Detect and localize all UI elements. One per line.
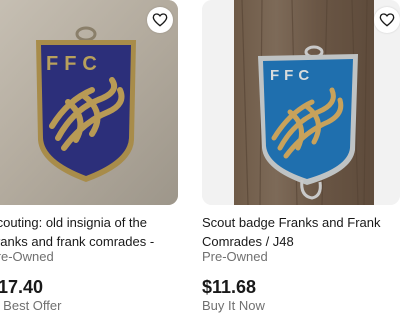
listing-image[interactable]: FFC	[0, 0, 178, 205]
listing-title[interactable]: Scouting: old insignia of the Franks and…	[0, 213, 178, 251]
watch-button[interactable]	[374, 7, 400, 33]
listing-image[interactable]: FFC	[202, 0, 400, 205]
badge-photo: FFC	[0, 0, 178, 205]
heart-icon	[152, 13, 168, 27]
purchase-option: or Best Offer	[0, 298, 62, 313]
badge-photo: FFC	[202, 0, 400, 205]
purchase-option: Buy It Now	[202, 298, 265, 313]
badge-letters: FFC	[46, 53, 103, 75]
listing-condition: Pre-Owned	[0, 249, 54, 264]
listing-price: $17.40	[0, 277, 44, 297]
listing-card[interactable]: FFC Scout badge Franks and Frank Comrade…	[202, 0, 400, 313]
listing-grid: FFC Scouting: old insignia of the Franks…	[0, 0, 400, 313]
listing-price: $11.68	[202, 277, 257, 297]
listing-card[interactable]: FFC Scouting: old insignia of the Franks…	[0, 0, 178, 313]
badge-letters: FFC	[270, 67, 314, 84]
listing-title[interactable]: Scout badge Franks and Frank Comrades / …	[202, 213, 400, 251]
listing-condition: Pre-Owned	[202, 249, 268, 264]
heart-icon	[379, 13, 395, 27]
watch-button[interactable]	[147, 7, 173, 33]
